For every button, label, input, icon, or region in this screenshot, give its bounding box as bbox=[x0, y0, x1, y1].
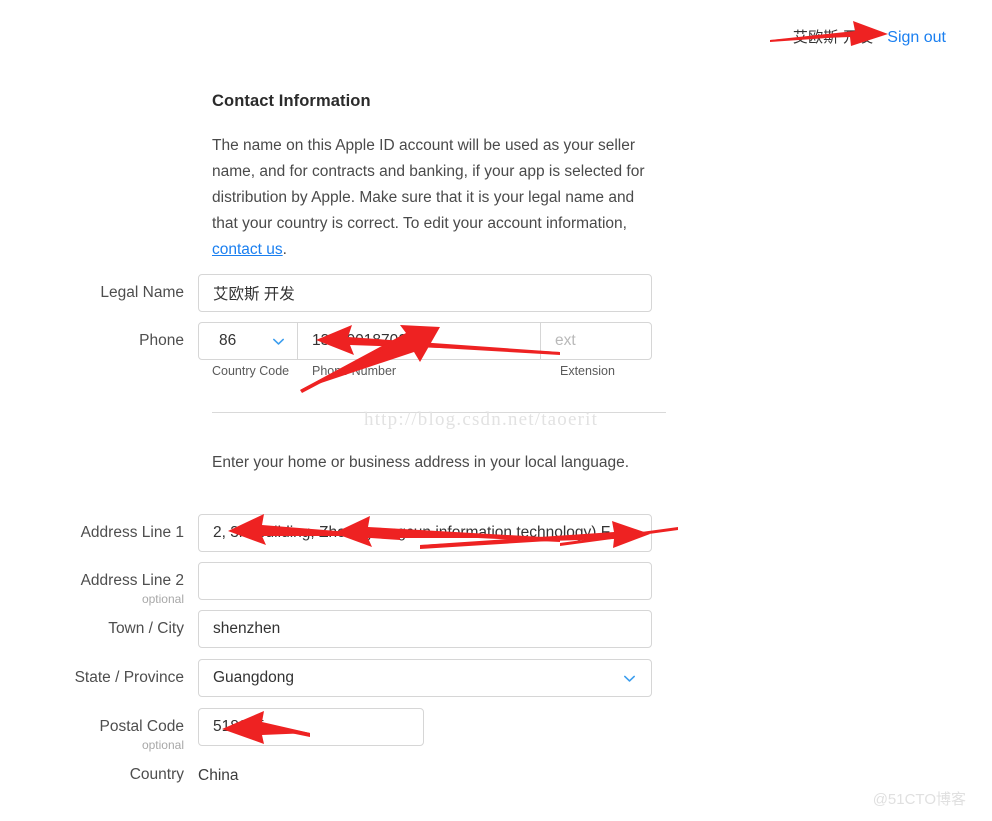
address-help-text: Enter your home or business address in y… bbox=[212, 454, 630, 471]
town-city-label: Town / City bbox=[108, 620, 184, 637]
account-name-label: 艾欧斯 开发 bbox=[792, 29, 874, 46]
town-city-input[interactable] bbox=[198, 610, 652, 648]
phone-row: Phone 86 bbox=[139, 322, 652, 360]
address-line2-label-text: Address Line 2 bbox=[80, 572, 184, 589]
phone-extension-input[interactable] bbox=[540, 322, 652, 360]
phone-number-sublabel: Phone Number bbox=[312, 364, 397, 378]
top-bar: 艾欧斯 开发 Sign out bbox=[0, 0, 992, 62]
page-title: Contact Information bbox=[212, 92, 371, 110]
address-line1-row: Address Line 1 bbox=[81, 514, 652, 552]
section-description: The name on this Apple ID account will b… bbox=[212, 133, 664, 263]
address-line2-label: Address Line 2 optional bbox=[6, 562, 198, 606]
postal-code-row: Postal Code optional bbox=[100, 708, 424, 752]
contact-information-section: Contact Information The name on this App… bbox=[75, 92, 666, 784]
address-line1-input[interactable] bbox=[198, 514, 652, 552]
legal-name-input[interactable] bbox=[198, 274, 652, 312]
legal-name-label: Legal Name bbox=[100, 284, 184, 301]
country-row: Country China bbox=[130, 765, 239, 785]
country-label: Country bbox=[129, 766, 184, 783]
country-code-value: 86 bbox=[219, 332, 237, 349]
country-code-select[interactable]: 86 bbox=[198, 322, 298, 360]
state-province-select[interactable]: Guangdong bbox=[198, 659, 652, 697]
legal-name-row: Legal Name bbox=[100, 274, 652, 312]
state-province-value: Guangdong bbox=[213, 669, 295, 686]
phone-input-group: 86 bbox=[198, 322, 652, 360]
phone-label: Phone bbox=[139, 332, 184, 349]
section-description-period: . bbox=[282, 241, 287, 258]
country-code-sublabel: Country Code bbox=[212, 364, 290, 378]
phone-number-input[interactable] bbox=[298, 322, 540, 360]
postal-code-input[interactable] bbox=[198, 708, 424, 746]
postal-code-label-text: Postal Code bbox=[99, 718, 184, 735]
address-line2-row: Address Line 2 optional bbox=[81, 562, 652, 606]
chevron-down-icon bbox=[271, 334, 286, 349]
address-line1-label: Address Line 1 bbox=[80, 524, 184, 541]
address-line2-optional-tag: optional bbox=[141, 592, 184, 606]
extension-sublabel: Extension bbox=[560, 364, 615, 378]
address-line2-input[interactable] bbox=[198, 562, 652, 600]
chevron-down-icon bbox=[622, 671, 637, 686]
postal-code-label: Postal Code optional bbox=[6, 708, 198, 752]
town-city-row: Town / City bbox=[108, 610, 652, 648]
country-value: China bbox=[198, 767, 239, 784]
watermark-site: @51CTO博客 bbox=[872, 791, 966, 808]
sign-out-link[interactable]: Sign out bbox=[887, 29, 946, 47]
contact-us-link[interactable]: contact us bbox=[212, 241, 283, 258]
account-area: 艾欧斯 开发 Sign out bbox=[793, 26, 946, 47]
section-divider bbox=[212, 412, 666, 413]
state-province-label: State / Province bbox=[74, 669, 184, 686]
section-description-text: The name on this Apple ID account will b… bbox=[212, 137, 645, 232]
postal-code-optional-tag: optional bbox=[141, 738, 184, 752]
state-province-row: State / Province Guangdong bbox=[75, 659, 652, 697]
